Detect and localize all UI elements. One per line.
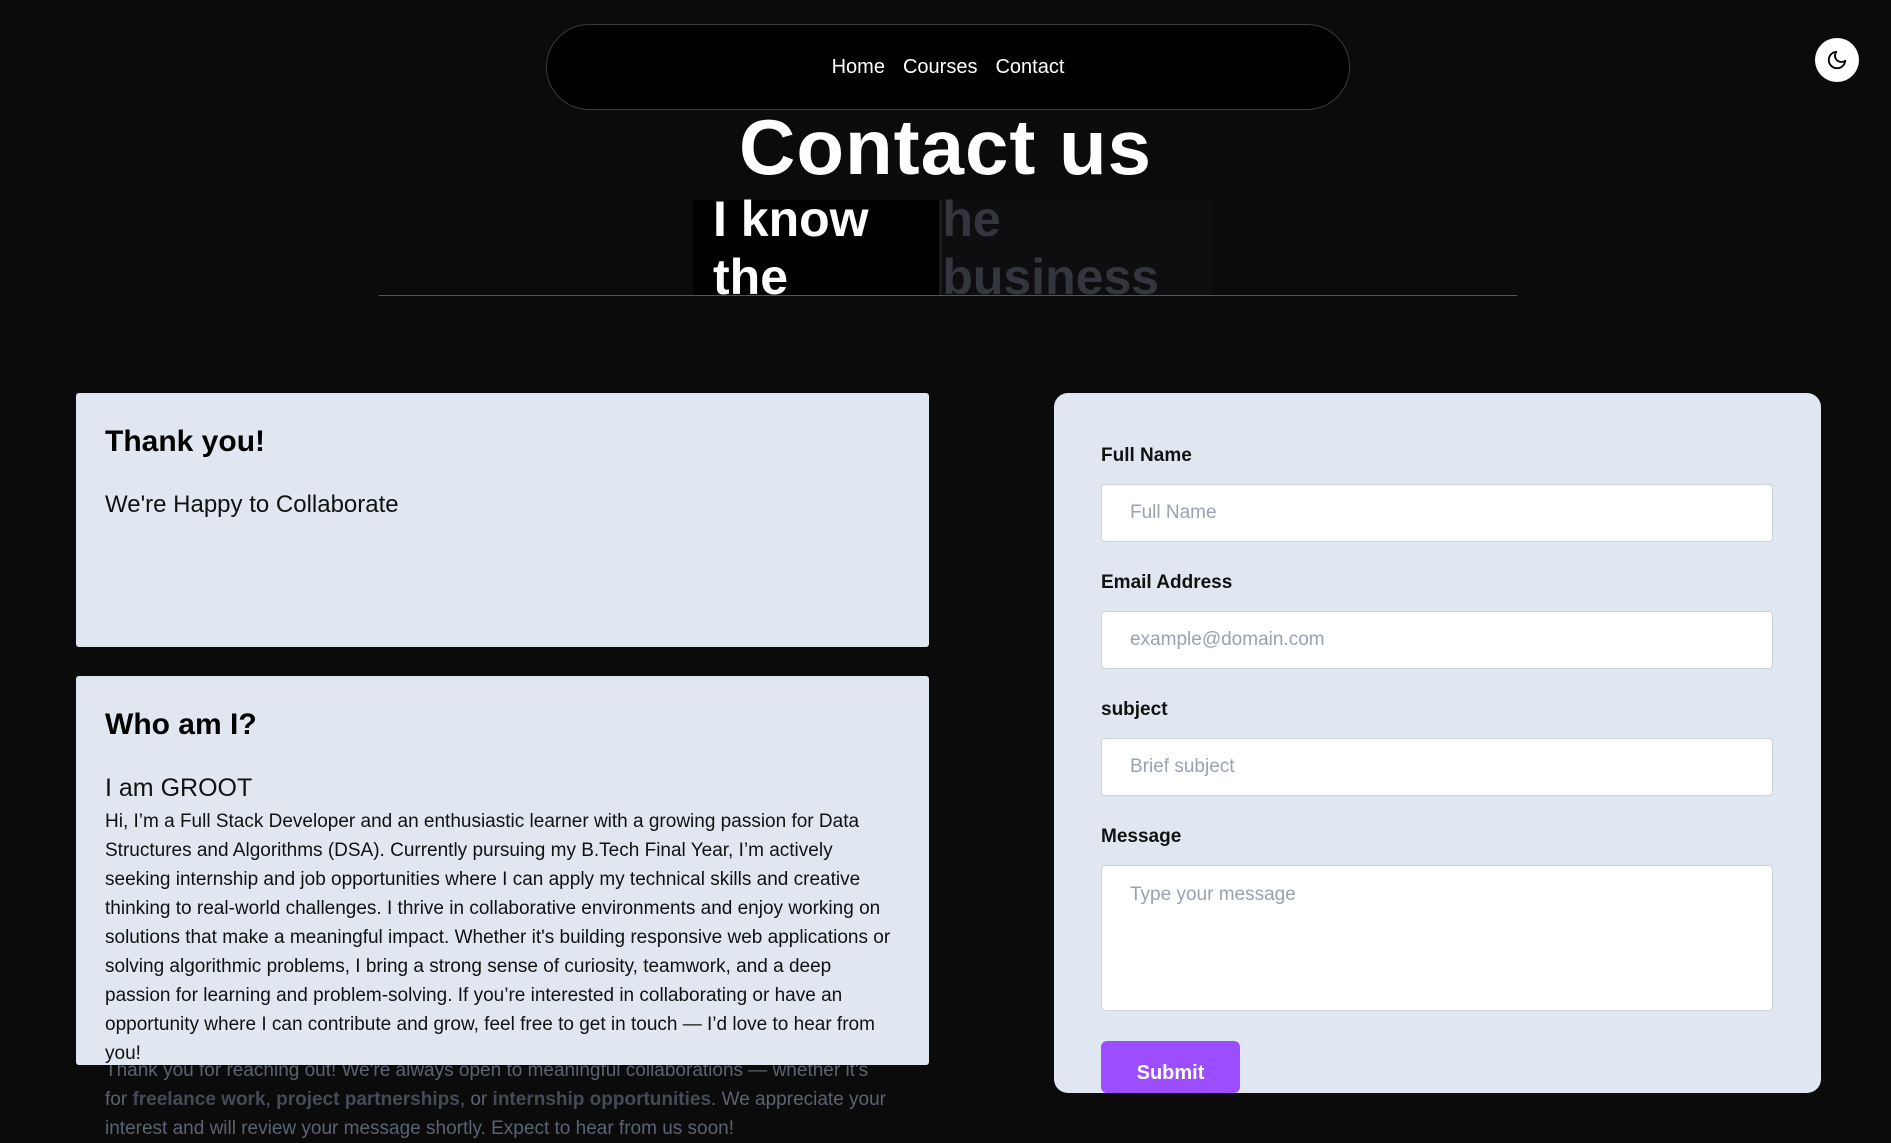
- message-textarea[interactable]: [1101, 865, 1773, 1011]
- thanks-text-part: , or: [459, 1089, 493, 1110]
- about-card: Who am I? I am GROOT Hi, I’m a Full Stac…: [76, 676, 929, 1065]
- about-subtitle: I am GROOT: [105, 774, 253, 802]
- hero-divider: [379, 295, 1517, 296]
- typing-tagline: I know the he business: [693, 191, 1213, 305]
- thanks-subtitle: We're Happy to Collaborate: [105, 491, 399, 518]
- thanks-title: Thank you!: [105, 425, 266, 458]
- thanks-bold-freelance: freelance work: [132, 1089, 266, 1110]
- thanks-bold-partnerships: project partnerships: [276, 1089, 460, 1110]
- about-text: Hi, I’m a Full Stack Developer and an en…: [105, 811, 891, 1064]
- submit-button[interactable]: Submit: [1101, 1041, 1240, 1093]
- nav-contact-link[interactable]: Contact: [995, 56, 1064, 79]
- subject-label: subject: [1101, 699, 1168, 720]
- main-nav: Home Courses Contact: [546, 24, 1350, 110]
- about-title: Who am I?: [105, 708, 257, 741]
- thanks-text-part: ,: [265, 1089, 277, 1110]
- full-name-label: Full Name: [1101, 445, 1192, 466]
- nav-home-link[interactable]: Home: [832, 56, 885, 79]
- page-title: Contact us: [738, 103, 1153, 191]
- email-label: Email Address: [1101, 572, 1233, 593]
- typed-text: I know the: [693, 191, 940, 305]
- thanks-card: Thank you! We're Happy to Collaborate Th…: [76, 393, 929, 1139]
- thanks-bold-internship: internship opportunities: [492, 1089, 712, 1110]
- message-label: Message: [1101, 826, 1182, 847]
- email-input[interactable]: [1101, 611, 1773, 669]
- full-name-input[interactable]: [1101, 484, 1773, 542]
- nav-courses-link[interactable]: Courses: [903, 56, 977, 79]
- contact-form: Full Name Email Address subject Message …: [1054, 393, 1821, 1093]
- moon-icon: [1827, 50, 1847, 70]
- typed-ghost-text: he business: [942, 191, 1213, 305]
- theme-toggle-button[interactable]: [1815, 38, 1859, 82]
- subject-input[interactable]: [1101, 738, 1773, 796]
- about-text-block: Hi, I’m a Full Stack Developer and an en…: [105, 807, 899, 1068]
